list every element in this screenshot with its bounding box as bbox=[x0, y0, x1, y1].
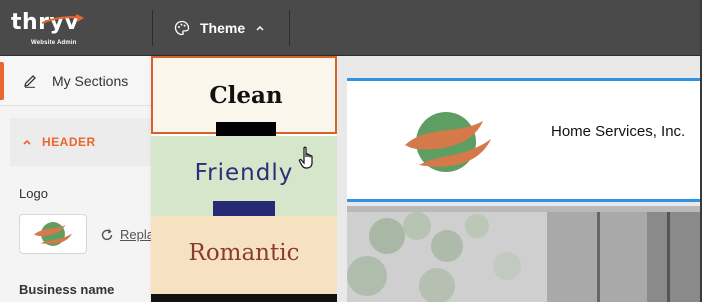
business-name-label: Business name bbox=[19, 282, 115, 297]
theme-option-label: Clean bbox=[209, 82, 283, 109]
logo-field-label: Logo bbox=[19, 186, 48, 201]
logo-subtitle: Website Admin bbox=[31, 40, 77, 46]
topbar-divider bbox=[289, 10, 290, 46]
company-logo-icon bbox=[34, 222, 72, 246]
theme-dropdown: Clean Friendly Romantic bbox=[151, 56, 337, 302]
theme-swatch-bar bbox=[151, 294, 337, 302]
thryv-logo[interactable]: thryv Website Admin bbox=[10, 10, 90, 50]
left-panel: My Sections HEADER Logo Repla Business n… bbox=[0, 56, 154, 302]
logo-swoosh-icon bbox=[41, 14, 84, 24]
hand-cursor-icon bbox=[298, 146, 313, 169]
header-section-toggle[interactable]: HEADER bbox=[10, 118, 152, 166]
pencil-icon bbox=[24, 74, 36, 88]
hero-photo bbox=[347, 206, 700, 302]
theme-option-label: Romantic bbox=[188, 240, 300, 266]
site-preview: Home Services, Inc. bbox=[337, 56, 700, 302]
top-bar: thryv Website Admin Theme bbox=[0, 0, 702, 56]
preview-header-section[interactable]: Home Services, Inc. bbox=[347, 78, 700, 202]
topbar-divider bbox=[152, 10, 153, 46]
replace-label: Repla bbox=[120, 227, 154, 242]
logo-thumbnail[interactable] bbox=[19, 214, 87, 254]
theme-option-romantic[interactable]: Romantic bbox=[151, 216, 337, 302]
active-tab-indicator bbox=[0, 62, 4, 100]
my-sections-label: My Sections bbox=[52, 72, 129, 89]
theme-swatch-bar bbox=[216, 122, 276, 136]
theme-button[interactable]: Theme bbox=[160, 10, 288, 46]
refresh-icon bbox=[101, 228, 113, 240]
company-logo-icon bbox=[405, 112, 491, 172]
my-sections-tab[interactable]: My Sections bbox=[0, 56, 152, 106]
palette-icon bbox=[174, 20, 190, 36]
header-section-label: HEADER bbox=[42, 135, 96, 149]
theme-button-label: Theme bbox=[200, 20, 246, 36]
preview-hero-image bbox=[347, 206, 700, 302]
replace-logo-link[interactable]: Repla bbox=[100, 227, 154, 242]
theme-option-friendly[interactable]: Friendly bbox=[151, 136, 337, 216]
theme-option-clean[interactable]: Clean bbox=[151, 56, 337, 136]
preview-business-name: Home Services, Inc. bbox=[551, 123, 686, 140]
chevron-up-icon bbox=[23, 139, 31, 145]
chevron-up-icon bbox=[256, 25, 264, 31]
theme-swatch-bar bbox=[213, 201, 275, 216]
